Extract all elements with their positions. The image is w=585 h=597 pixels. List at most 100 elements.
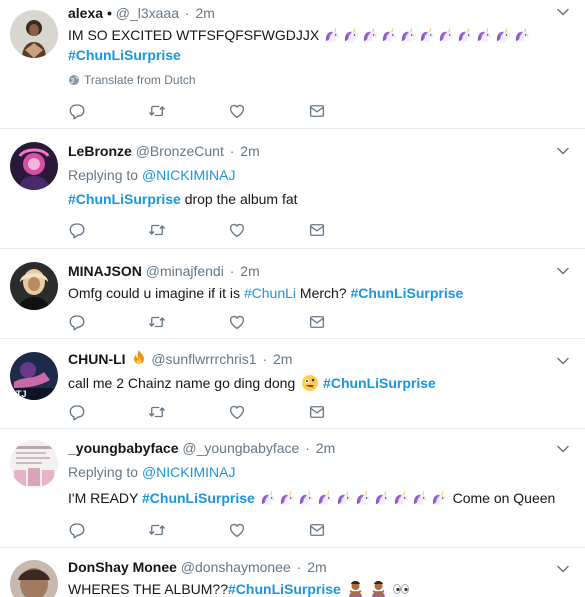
reply-icon (68, 521, 86, 539)
emoji-sequence (259, 489, 449, 507)
tweet-text: Omfg could u imagine if it is #ChunLi Me… (68, 283, 555, 303)
tweet-item[interactable]: _youngbabyface @_youngbabyface · 2m Repl… (0, 429, 585, 548)
direct-message-button[interactable] (308, 312, 388, 332)
hashtag-link[interactable]: #ChunLi (244, 285, 296, 301)
username[interactable]: @BronzeCunt (136, 143, 224, 159)
tweet-item[interactable]: TJ CHUN-LI @sunflwrrrchris1 · 2m call me… (0, 339, 585, 429)
display-name[interactable]: alexa (68, 5, 103, 21)
reply-context: Replying to @NICKIMINAJ (68, 165, 555, 185)
timestamp[interactable]: 2m (240, 143, 259, 159)
unicorn-icon (373, 489, 392, 507)
timestamp[interactable]: 2m (273, 351, 292, 367)
unicorn-icon (456, 26, 475, 44)
avatar[interactable] (10, 440, 58, 488)
unicorn-icon (278, 489, 297, 507)
tweet-text-line: Come on Queen (452, 490, 556, 506)
tweet-text-line: drop the album fat (184, 191, 298, 207)
heart-icon (228, 403, 246, 421)
envelope-icon (308, 102, 326, 120)
timestamp[interactable]: 2m (316, 440, 335, 456)
envelope-icon (308, 403, 326, 421)
reply-button[interactable] (68, 402, 148, 422)
username[interactable]: @_youngbabyface (182, 440, 299, 456)
avatar[interactable] (10, 142, 58, 190)
chevron-down-icon[interactable] (555, 143, 571, 159)
reply-button[interactable] (68, 101, 148, 121)
display-name[interactable]: MINAJSON (68, 263, 142, 279)
avatar[interactable] (10, 262, 58, 310)
username[interactable]: @_l3xaaa (116, 5, 179, 21)
tweet-item[interactable]: alexa • @_l3xaaa · 2m IM SO EXCITED WTFS… (0, 0, 585, 129)
hashtag-link[interactable]: #ChunLiSurprise (68, 47, 181, 63)
like-button[interactable] (228, 520, 308, 540)
avatar[interactable] (10, 10, 58, 58)
translate-label: Translate from Dutch (84, 73, 196, 87)
direct-message-button[interactable] (308, 220, 388, 240)
unicorn-icon (297, 489, 316, 507)
like-button[interactable] (228, 312, 308, 332)
tweet-item[interactable]: MINAJSON @minajfendi · 2m Omfg could u i… (0, 249, 585, 339)
separator-dot: · (305, 440, 310, 456)
chevron-down-icon[interactable] (555, 441, 571, 457)
username[interactable]: @donshaymonee (181, 559, 291, 575)
tweet-text-line: IM SO EXCITED WTFSFQFSFWGDJJX (68, 27, 320, 43)
direct-message-button[interactable] (308, 520, 388, 540)
mention-link[interactable]: @NICKIMINAJ (142, 167, 236, 183)
chevron-down-icon[interactable] (555, 561, 571, 577)
unicorn-icon (411, 489, 430, 507)
direct-message-button[interactable] (308, 402, 388, 422)
name-badge: • (106, 5, 112, 21)
tweet-text-line: Omfg could u imagine if it is (68, 285, 240, 301)
reply-button[interactable] (68, 220, 148, 240)
like-button[interactable] (228, 220, 308, 240)
timestamp[interactable]: 2m (195, 5, 214, 21)
hashtag-link[interactable]: #ChunLiSurprise (350, 285, 463, 301)
retweet-button[interactable] (148, 101, 228, 121)
envelope-icon (308, 521, 326, 539)
reply-icon (68, 313, 86, 331)
hashtag-link[interactable]: #ChunLiSurprise (228, 581, 341, 597)
unicorn-icon (430, 489, 449, 507)
display-name[interactable]: DonShay Monee (68, 559, 177, 575)
like-button[interactable] (228, 101, 308, 121)
hashtag-link[interactable]: #ChunLiSurprise (142, 490, 255, 506)
heart-icon (228, 313, 246, 331)
zany-face-icon (302, 375, 319, 391)
tweet-text: WHERES THE ALBUM??#ChunLiSurprise (68, 579, 555, 597)
reply-button[interactable] (68, 312, 148, 332)
display-name[interactable]: _youngbabyface (68, 440, 178, 456)
hashtag-link[interactable]: #ChunLiSurprise (323, 375, 436, 391)
timestamp[interactable]: 2m (240, 263, 259, 279)
avatar[interactable] (10, 560, 58, 597)
tweet-item[interactable]: DonShay Monee @donshaymonee · 2m WHERES … (0, 548, 585, 597)
mention-link[interactable]: @NICKIMINAJ (142, 464, 236, 480)
separator-dot: · (229, 143, 235, 159)
direct-message-button[interactable] (308, 101, 388, 121)
chevron-down-icon[interactable] (555, 353, 571, 369)
hashtag-link[interactable]: #ChunLiSurprise (68, 191, 181, 207)
tweet-actions (68, 312, 388, 332)
unicorn-icon (354, 489, 373, 507)
reply-button[interactable] (68, 520, 148, 540)
unicorn-icon (380, 26, 399, 44)
chevron-down-icon[interactable] (555, 4, 571, 20)
tweet-header: MINAJSON @minajfendi · 2m (68, 261, 555, 281)
tweet-text-line: Merch? (299, 285, 347, 301)
display-name[interactable]: CHUN-LI (68, 351, 126, 367)
username[interactable]: @minajfendi (146, 263, 224, 279)
tweet-item[interactable]: LeBronze @BronzeCunt · 2m Replying to @N… (0, 129, 585, 249)
display-name[interactable]: LeBronze (68, 143, 132, 159)
timestamp[interactable]: 2m (307, 559, 326, 575)
avatar[interactable]: TJ (10, 352, 58, 400)
username[interactable]: @sunflwrrrchris1 (151, 351, 256, 367)
retweet-button[interactable] (148, 220, 228, 240)
retweet-button[interactable] (148, 520, 228, 540)
like-button[interactable] (228, 402, 308, 422)
translate-link[interactable]: Translate from Dutch (68, 71, 555, 89)
retweet-button[interactable] (148, 312, 228, 332)
chevron-down-icon[interactable] (555, 263, 571, 279)
unicorn-icon (494, 26, 513, 44)
tweet-text-line: WHERES THE ALBUM?? (68, 581, 229, 597)
retweet-button[interactable] (148, 402, 228, 422)
tweet-text: #ChunLiSurprise drop the album fat (68, 189, 555, 209)
